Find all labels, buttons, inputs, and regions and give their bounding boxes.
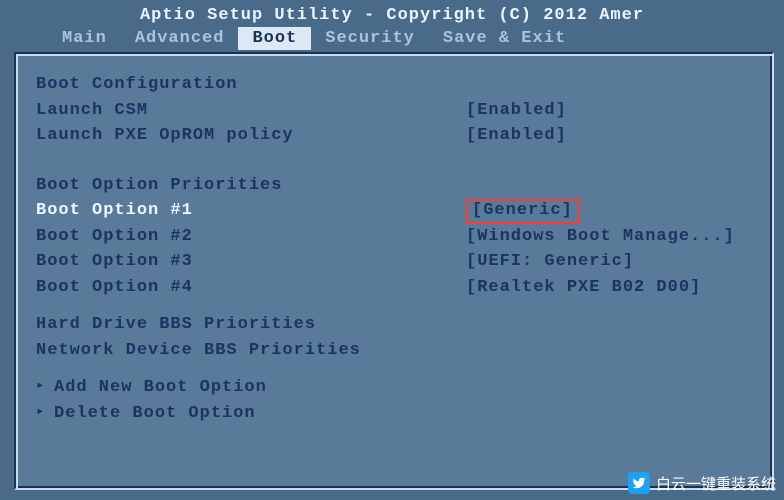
hard-drive-bbs-row[interactable]: Hard Drive BBS Priorities [36,312,752,338]
boot-option-1-row[interactable]: Boot Option #1 [Generic] [36,198,752,224]
hard-drive-bbs-label: Hard Drive BBS Priorities [36,312,466,338]
boot-config-header: Boot Configuration [36,72,752,98]
tab-main[interactable]: Main [48,27,121,50]
boot-option-3-row[interactable]: Boot Option #3 [UEFI: Generic] [36,249,752,275]
boot-option-1-value: [Generic] [466,198,752,224]
watermark: 白云一键重装系统 [628,472,776,494]
bios-screen: Aptio Setup Utility - Copyright (C) 2012… [0,0,784,500]
network-bbs-label: Network Device BBS Priorities [36,338,466,364]
tab-advanced[interactable]: Advanced [121,27,239,50]
watermark-text: 白云一键重装系统 [656,473,776,494]
boot-option-1-label: Boot Option #1 [36,198,466,224]
boot-option-3-value: [UEFI: Generic] [466,249,752,275]
boot-option-4-value: [Realtek PXE B02 D00] [466,275,752,301]
selected-highlight: [Generic] [466,199,579,224]
bios-tab-row: Main Advanced Boot Security Save & Exit [0,27,784,50]
boot-priorities-header: Boot Option Priorities [36,173,752,199]
watermark-icon [628,472,650,494]
boot-option-4-row[interactable]: Boot Option #4 [Realtek PXE B02 D00] [36,275,752,301]
delete-boot-option-row[interactable]: Delete Boot Option [36,401,752,427]
boot-option-4-label: Boot Option #4 [36,275,466,301]
tab-security[interactable]: Security [311,27,429,50]
launch-csm-value: [Enabled] [466,98,752,124]
bios-panel: Boot Configuration Launch CSM [Enabled] … [14,52,774,490]
add-boot-option-label: Add New Boot Option [54,375,267,401]
launch-pxe-row[interactable]: Launch PXE OpROM policy [Enabled] [36,123,752,149]
boot-option-2-label: Boot Option #2 [36,224,466,250]
tab-boot[interactable]: Boot [238,27,311,50]
boot-option-3-label: Boot Option #3 [36,249,466,275]
boot-option-2-row[interactable]: Boot Option #2 [Windows Boot Manage...] [36,224,752,250]
add-boot-option-row[interactable]: Add New Boot Option [36,375,752,401]
launch-csm-row[interactable]: Launch CSM [Enabled] [36,98,752,124]
launch-csm-label: Launch CSM [36,98,466,124]
launch-pxe-value: [Enabled] [466,123,752,149]
network-bbs-row[interactable]: Network Device BBS Priorities [36,338,752,364]
delete-boot-option-label: Delete Boot Option [54,401,256,427]
launch-pxe-label: Launch PXE OpROM policy [36,123,466,149]
tab-save-exit[interactable]: Save & Exit [429,27,580,50]
boot-option-2-value: [Windows Boot Manage...] [466,224,752,250]
bios-title: Aptio Setup Utility - Copyright (C) 2012… [0,0,784,27]
